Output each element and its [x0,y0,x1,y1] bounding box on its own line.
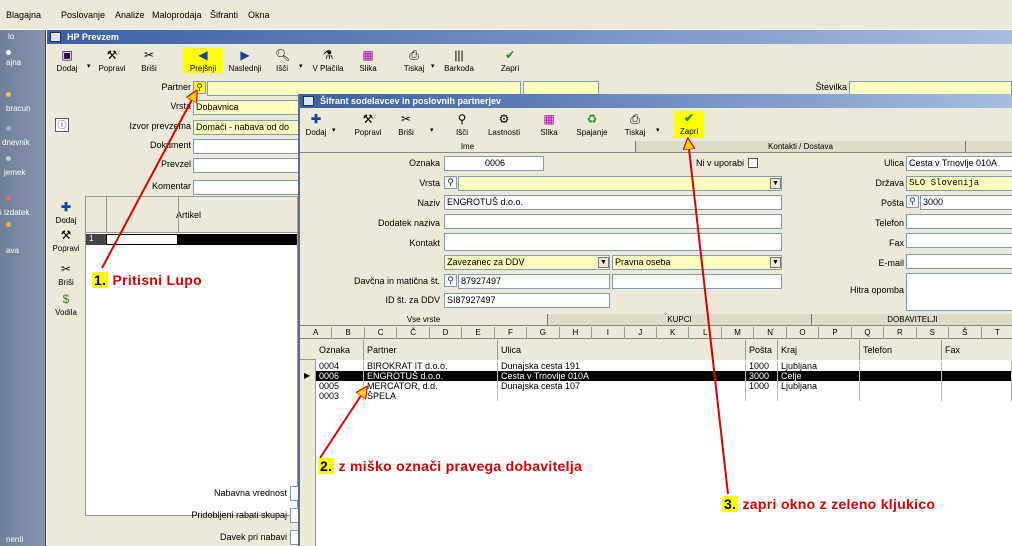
annotation-3-number: 3. [722,496,739,512]
annotation-1-number: 1. [92,272,109,288]
annotation-1-text: Pritisni Lupo [112,272,202,288]
arrow-to-close-button [688,140,729,495]
annotation-3-text: zapri okno z zeleno kljukico [742,496,936,512]
annotation-2-text: z miško označi pravega dobavitelja [338,458,583,474]
annotation-step-2: 2. z miško označi pravega dobavitelja [318,458,582,474]
annotation-step-1: 1. Pritisni Lupo [92,272,202,288]
annotation-step-3: 3. zapri okno z zeleno kljukico [722,496,935,512]
arrow-to-lupa [101,92,196,269]
annotation-2-number: 2. [318,458,335,474]
arrow-to-supplier-row [319,388,366,459]
